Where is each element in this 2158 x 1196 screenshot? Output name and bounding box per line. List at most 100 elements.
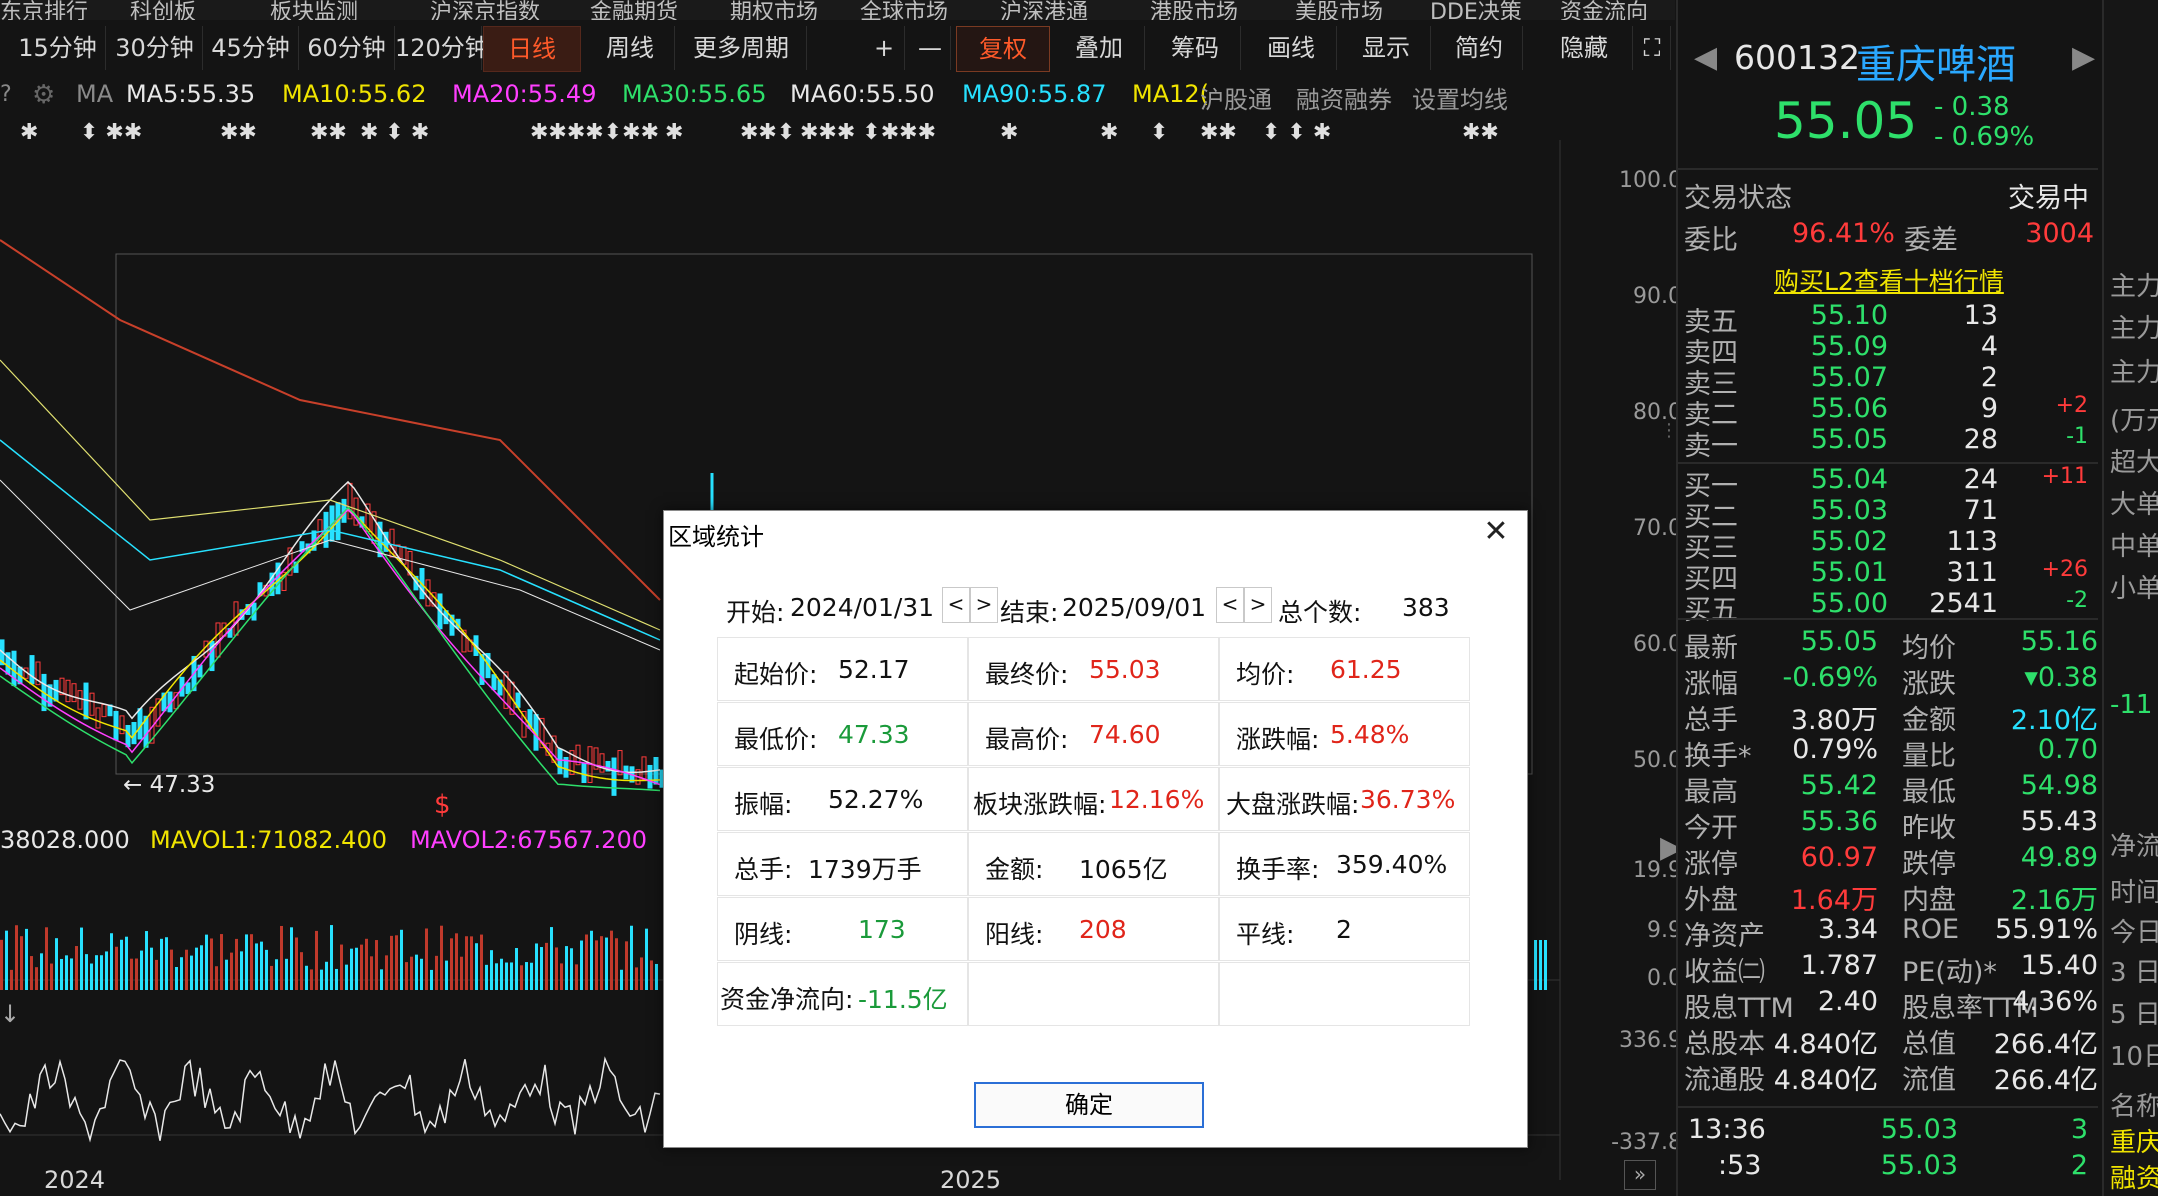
end-next-button[interactable]: > [1244,587,1272,623]
quote-label: 涨跌 [1902,669,1956,700]
volume-bar [1534,940,1537,990]
orderbook-row[interactable]: 卖一 55.05 28 -1 [1678,424,2098,462]
orderbook-price: 55.02 [1810,526,1888,557]
nav-item[interactable]: 全球市场 [860,0,948,20]
volume-bar [280,925,283,990]
volume-bar [475,943,478,990]
orderbook-change: -1 [2066,424,2088,449]
period-tab-5[interactable]: 日线 [483,26,581,72]
period-tab-6[interactable]: 周线 [586,26,675,70]
volume-bar [365,938,368,990]
l2-purchase-link[interactable]: 购买L2查看十档行情 [1774,262,2004,298]
end-prev-button[interactable]: < [1216,587,1244,623]
tick-time: :53 [1718,1150,1762,1181]
nav-item[interactable]: 港股市场 [1150,0,1238,20]
ma-link-0[interactable]: 沪股通 [1200,80,1272,114]
side-label: 主力 [2110,314,2158,344]
orderbook-change: +11 [2041,464,2088,489]
volume-bar [345,964,348,990]
quote-label: 今开 [1684,813,1738,844]
quote-label: 量比 [1902,741,1956,772]
nav-item[interactable]: DDE决策 [1430,0,1522,20]
candle [119,715,125,735]
ok-button[interactable]: 确定 [974,1082,1204,1128]
volume-bar [315,930,318,990]
tool-button-4[interactable]: 筹码 [1150,26,1241,70]
ma-value-4: MA30:55.65 [622,80,767,108]
fullscreen-icon[interactable]: ⛶ [1634,26,1671,70]
quote-label: 外盘 [1684,885,1738,916]
candle [11,650,17,687]
gear-icon[interactable]: ⚙ [32,80,62,110]
trade-status: 交易中 [2008,183,2089,214]
period-tab-1[interactable]: 30分钟 [107,26,203,70]
help-icon[interactable]: ? [0,82,30,110]
quote-label: 涨停 [1684,849,1738,880]
ma-curve [0,239,661,601]
orderbook-volume: 2 [1980,362,1998,393]
volume-bar [160,938,163,990]
side-label: 3 日 [2110,958,2158,988]
tool-button-2[interactable]: 复权 [956,26,1050,72]
quote-value: 266.4亿 [1993,1065,2098,1096]
ma-value-5: MA60:55.50 [790,80,935,108]
nav-item[interactable]: 板块监测 [270,0,358,20]
quote-value: 4.36% [2012,986,2098,1017]
stats-value: 47.33 [838,720,910,749]
volume-bar [40,953,43,990]
nav-item[interactable]: 金融期货 [590,0,678,20]
volume-bar [95,955,98,990]
tool-button-5[interactable]: 画线 [1246,26,1337,70]
side-label: (万元 [2110,406,2158,436]
stats-value: -11.5亿 [858,985,948,1014]
period-tab-3[interactable]: 60分钟 [299,26,395,70]
volume-bar [360,944,363,990]
volume-bar [425,928,428,990]
tool-button-7[interactable]: 简约 [1436,26,1523,70]
weicha-value: 3004 [2025,218,2094,249]
ma-link-1[interactable]: 融资融券 [1296,80,1392,114]
quote-value: 2.10亿 [2010,705,2098,736]
tool-button-6[interactable]: 显示 [1342,26,1431,70]
tick-price: 55.03 [1880,1114,1958,1145]
prev-stock-icon[interactable]: ◀ [1694,40,1717,75]
vol-legend-1: MAVOL1:71082.400 [150,826,387,854]
weibi-label: 委比 [1684,225,1738,256]
period-tab-0[interactable]: 15分钟 [10,26,106,70]
volume-bar [500,958,503,990]
nav-item[interactable]: 沪深京指数 [430,0,540,20]
quote-value: 55.05 [1800,626,1878,657]
close-icon[interactable]: ✕ [1481,517,1511,547]
ma-link-2[interactable]: 设置均线 [1412,80,1508,114]
nav-item[interactable]: 期权市场 [730,0,818,20]
period-tab-7[interactable]: 更多周期 [676,26,807,70]
trade-status-label: 交易状态 [1684,183,1792,214]
orderbook-volume: 311 [1946,557,1998,588]
tool-button-3[interactable]: 叠加 [1054,26,1145,70]
nav-item[interactable]: 资金流向 [1560,0,1648,20]
stats-value: 74.60 [1089,720,1161,749]
s-marker-icon: $ [434,790,451,820]
quote-value: 0.79% [1792,734,1878,765]
stats-cell [1219,962,1470,1026]
tool-button-1[interactable]: — [910,26,951,70]
scroll-right-button[interactable]: » [1624,1160,1656,1190]
volume-bar [585,934,588,990]
volume-bar [10,969,13,990]
nav-item[interactable]: 美股市场 [1295,0,1383,20]
tool-button-8[interactable]: 隐藏 [1536,26,1633,70]
period-tab-2[interactable]: 45分钟 [203,26,299,70]
orderbook-label: 买五 [1684,595,1738,626]
nav-item[interactable]: 东京排行 [0,0,88,20]
start-next-button[interactable]: > [970,587,998,623]
tick-volume: 3 [2070,1114,2088,1145]
volume-bar [355,947,358,990]
quote-label: 总手 [1684,705,1738,736]
side-label: 名称 [2110,1092,2158,1122]
tool-button-0[interactable]: + [864,26,905,70]
period-tab-4[interactable]: 120分钟 [395,26,489,70]
nav-item[interactable]: 科创板 [130,0,196,20]
start-prev-button[interactable]: < [942,587,970,623]
next-stock-icon[interactable]: ▶ [2072,40,2095,75]
nav-item[interactable]: 沪深港通 [1000,0,1088,20]
